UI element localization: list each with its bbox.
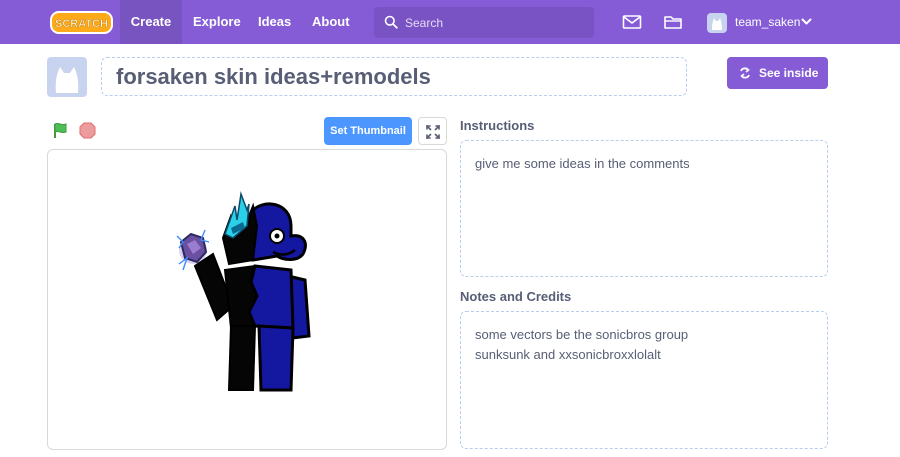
cat-avatar-icon <box>55 67 79 93</box>
instructions-text: give me some ideas in the comments <box>475 156 690 171</box>
instructions-textarea[interactable]: give me some ideas in the comments <box>460 140 828 277</box>
see-inside-button[interactable]: See inside <box>727 57 828 89</box>
my-stuff-folder-icon[interactable] <box>663 12 683 32</box>
instructions-heading: Instructions <box>460 118 535 133</box>
nav-explore-link[interactable]: Explore <box>193 0 241 44</box>
stop-sign-icon[interactable] <box>79 122 96 139</box>
svg-text:SCRATCH: SCRATCH <box>55 18 108 30</box>
notes-line: sunksunk and xxsonicbroxxlolalt <box>475 347 661 362</box>
messages-icon[interactable] <box>622 12 642 32</box>
chevron-down-icon[interactable] <box>801 18 812 26</box>
notes-textarea[interactable]: some vectors be the sonicbros group sunk… <box>460 311 828 449</box>
notes-line: some vectors be the sonicbros group <box>475 327 689 342</box>
remix-arrows-icon <box>740 67 750 79</box>
project-author-avatar[interactable] <box>47 57 87 97</box>
search-box[interactable] <box>374 7 594 38</box>
username-label[interactable]: team_saken <box>735 0 800 44</box>
user-avatar[interactable] <box>707 13 727 33</box>
notes-heading: Notes and Credits <box>460 289 572 304</box>
project-stage[interactable] <box>47 149 447 450</box>
fullscreen-button[interactable] <box>418 117 447 145</box>
scratch-logo[interactable]: SCRATCH <box>50 11 113 34</box>
nav-about-link[interactable]: About <box>312 0 350 44</box>
project-title-field[interactable]: forsaken skin ideas+remodels <box>101 57 687 96</box>
fullscreen-icon <box>426 125 440 139</box>
character-sprite <box>176 191 311 392</box>
see-inside-label: See inside <box>759 66 819 80</box>
search-input[interactable] <box>405 7 585 38</box>
set-thumbnail-button[interactable]: Set Thumbnail <box>324 117 412 145</box>
top-nav-bar: SCRATCH Create Explore Ideas About team_… <box>0 0 900 44</box>
nav-ideas-link[interactable]: Ideas <box>258 0 291 44</box>
search-icon <box>384 15 398 29</box>
nav-create-link[interactable]: Create <box>120 0 182 44</box>
cat-avatar-icon <box>712 18 722 30</box>
green-flag-icon[interactable] <box>52 122 69 139</box>
